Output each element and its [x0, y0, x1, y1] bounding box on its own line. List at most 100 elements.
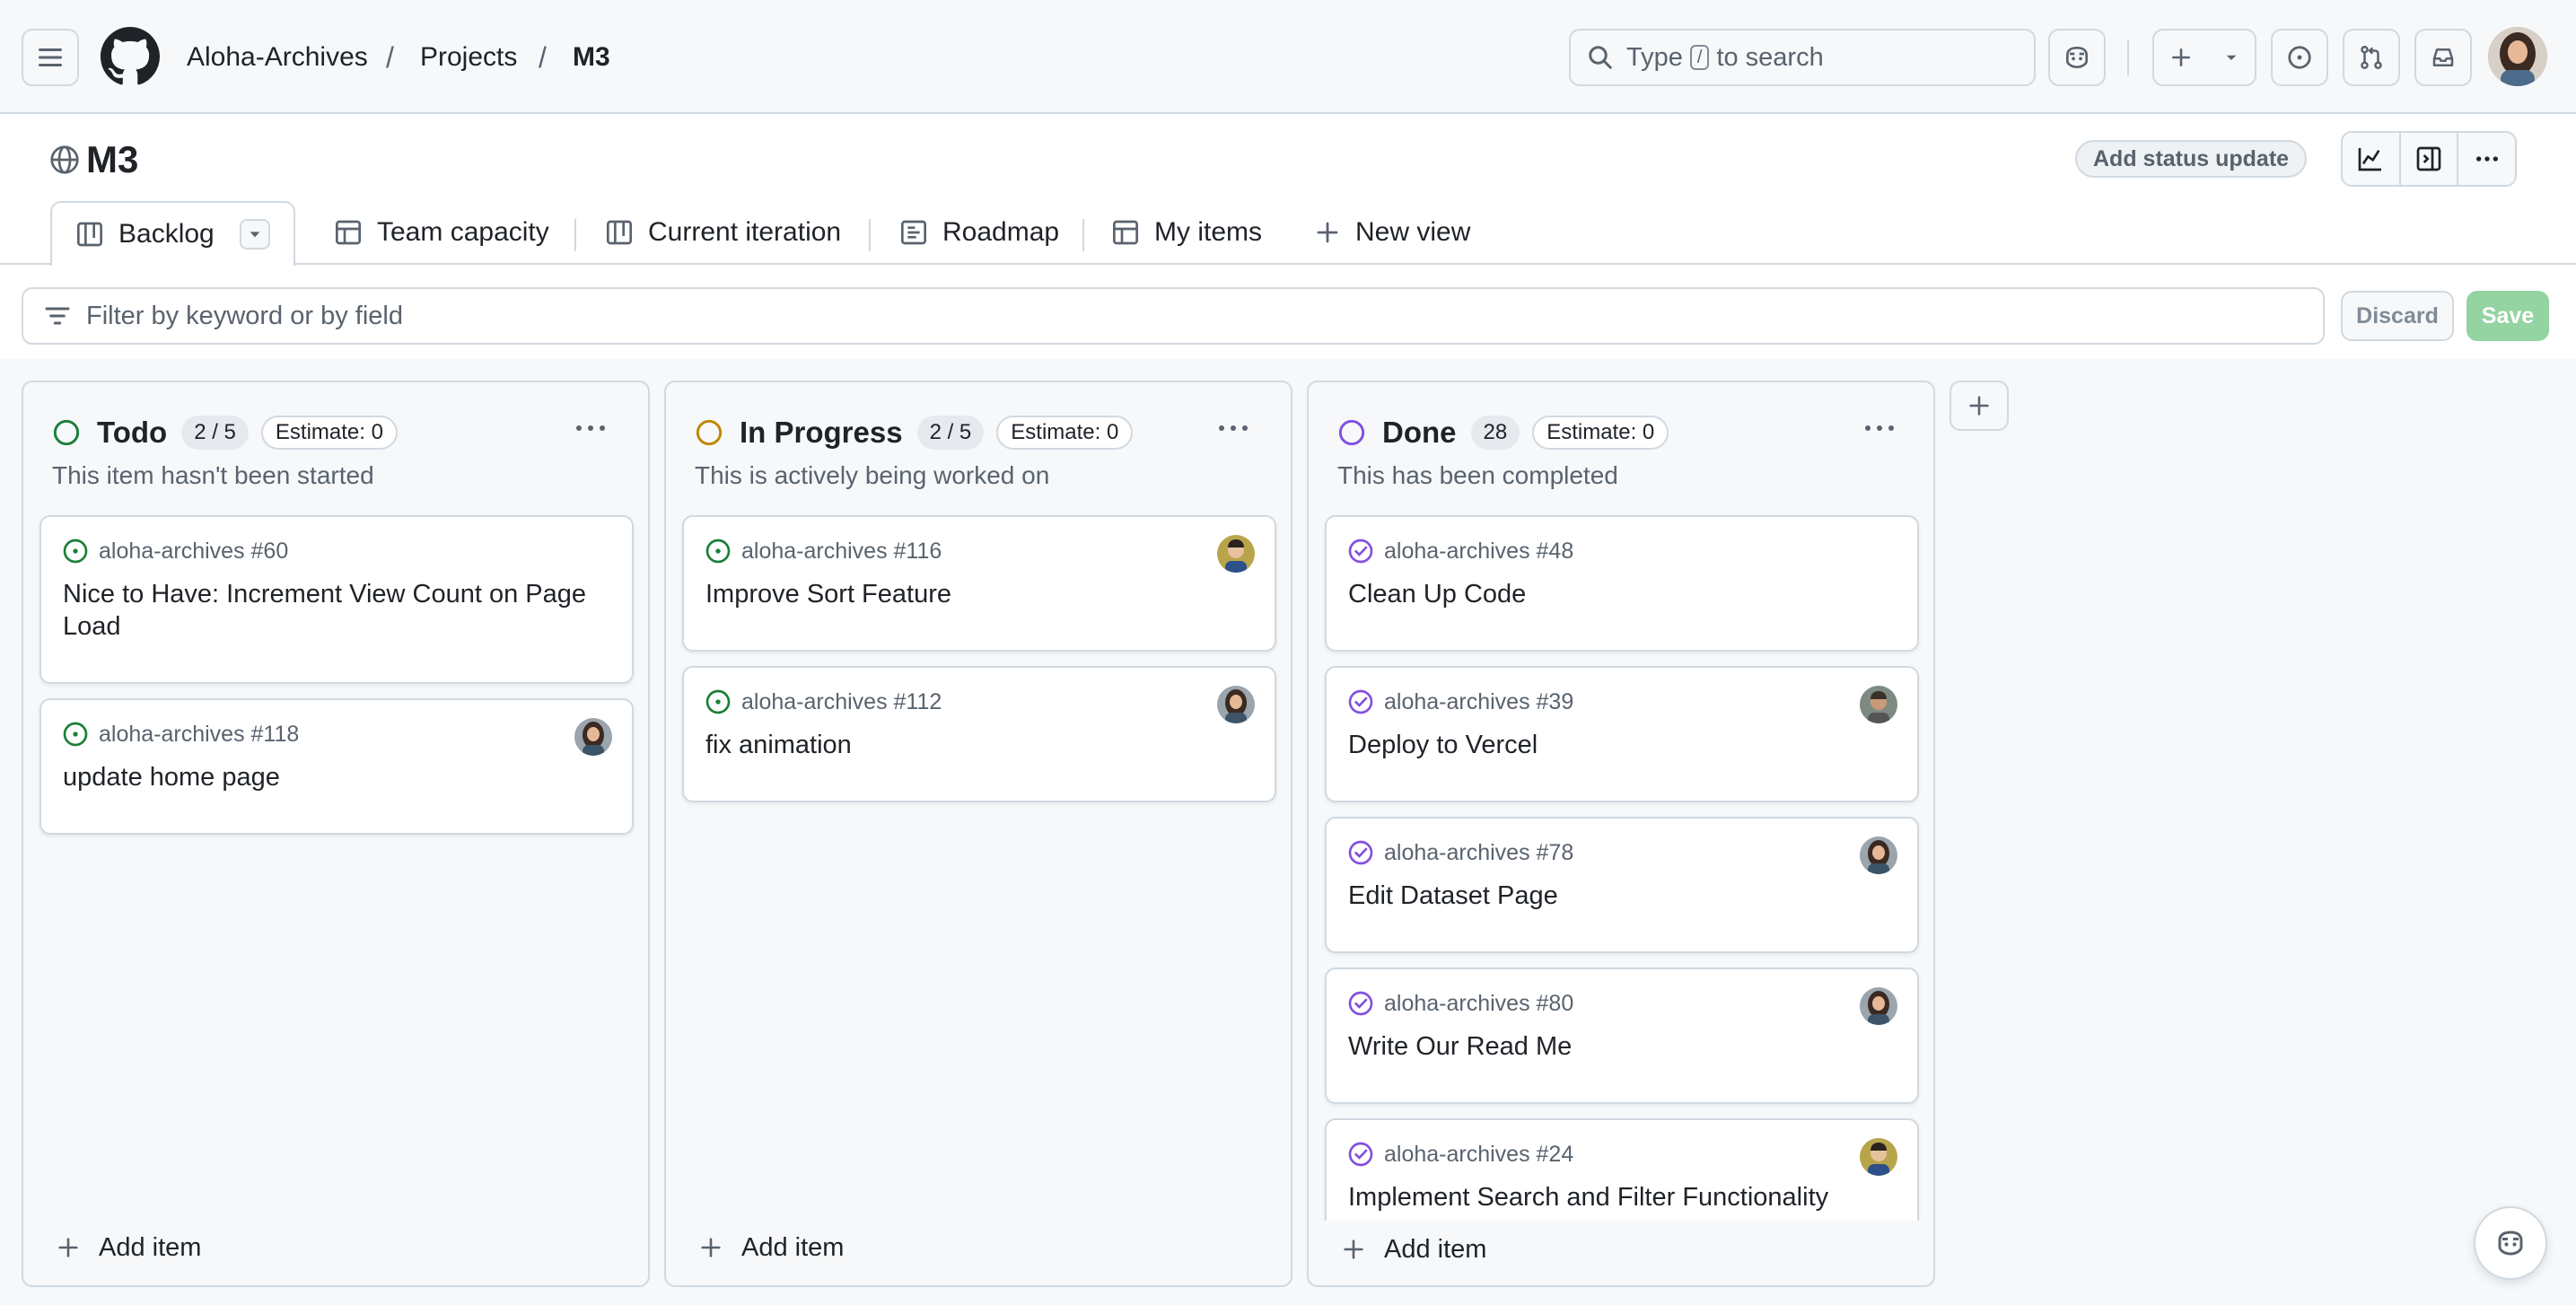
- add-item-label: Add item: [1384, 1234, 1487, 1264]
- breadcrumb-current[interactable]: M3: [573, 38, 610, 77]
- add-status-update-button[interactable]: Add status update: [2075, 140, 2308, 178]
- column-options-button[interactable]: [1863, 422, 1896, 434]
- column-estimate-badge: Estimate: 0: [260, 416, 398, 450]
- board-card[interactable]: aloha-archives #80 Write Our Read Me: [1325, 968, 1919, 1104]
- inbox-button[interactable]: [2414, 29, 2472, 86]
- assignee-avatar[interactable]: [574, 718, 612, 756]
- kebab-horizontal-icon: [2475, 156, 2498, 162]
- tab-my-items[interactable]: My items: [1111, 201, 1262, 264]
- add-item-button[interactable]: Add item: [56, 1228, 201, 1267]
- status-circle-icon: [1338, 419, 1365, 446]
- add-item-button[interactable]: Add item: [1341, 1230, 1486, 1269]
- tab-backlog[interactable]: Backlog: [50, 201, 295, 266]
- board-card[interactable]: aloha-archives #39 Deploy to Vercel: [1325, 666, 1919, 802]
- more-options-button[interactable]: [2458, 133, 2515, 185]
- column-description: This is actively being worked on: [695, 461, 1050, 489]
- column-scroll-area[interactable]: Done 28 Estimate: 0 This has been comple…: [1309, 382, 1937, 1221]
- avatar-image-icon: [2488, 27, 2547, 86]
- side-panel-button[interactable]: [2401, 133, 2459, 185]
- github-logo-icon[interactable]: [101, 27, 160, 86]
- card-ref-text: aloha-archives #48: [1384, 538, 1574, 564]
- assignee-avatar[interactable]: [1860, 836, 1897, 874]
- plus-icon: [2172, 48, 2190, 66]
- column-options-button[interactable]: [1217, 422, 1249, 434]
- card-title[interactable]: Edit Dataset Page: [1348, 880, 1881, 912]
- add-item-button[interactable]: Add item: [698, 1228, 844, 1267]
- add-column-button[interactable]: [1950, 381, 2009, 431]
- board-card[interactable]: aloha-archives #118 update home page: [39, 698, 634, 835]
- table-icon: [336, 220, 361, 245]
- search-placeholder-suffix: to search: [1716, 42, 1824, 72]
- board-card[interactable]: aloha-archives #48 Clean Up Code: [1325, 515, 1919, 652]
- assignee-avatar[interactable]: [1860, 987, 1897, 1025]
- pull-request-icon: [2361, 45, 2382, 70]
- card-ref-text: aloha-archives #24: [1384, 1141, 1574, 1167]
- tab-team-capacity[interactable]: Team capacity: [334, 201, 549, 264]
- filter-input[interactable]: Filter by keyword or by field: [22, 287, 2325, 345]
- assignee-avatar[interactable]: [1860, 686, 1897, 723]
- issue-closed-icon: [1348, 991, 1373, 1016]
- copilot-chat-button[interactable]: [2474, 1206, 2547, 1280]
- user-avatar[interactable]: [2488, 27, 2547, 86]
- discard-button[interactable]: Discard: [2341, 291, 2454, 341]
- column-title: In Progress: [740, 416, 903, 449]
- card-title[interactable]: Nice to Have: Increment View Count on Pa…: [63, 578, 596, 643]
- breadcrumb-separator: /: [386, 41, 394, 74]
- card-title[interactable]: Implement Search and Filter Functionalit…: [1348, 1181, 1881, 1213]
- tab-label: Team capacity: [377, 217, 549, 247]
- board-column-done: Done 28 Estimate: 0 This has been comple…: [1307, 381, 1935, 1287]
- save-button[interactable]: Save: [2466, 291, 2549, 341]
- board-card[interactable]: aloha-archives #24 Implement Search and …: [1325, 1118, 1919, 1221]
- search-icon: [1589, 46, 1612, 69]
- menu-button[interactable]: [22, 29, 79, 86]
- assignee-avatar[interactable]: [1217, 686, 1255, 723]
- card-title[interactable]: update home page: [63, 761, 596, 793]
- card-title[interactable]: Improve Sort Feature: [705, 578, 1239, 610]
- filter-icon: [45, 307, 70, 325]
- tab-label: New view: [1355, 217, 1471, 247]
- card-title[interactable]: Write Our Read Me: [1348, 1030, 1881, 1063]
- avatar-image-icon: [1860, 836, 1897, 874]
- column-description: This has been completed: [1337, 461, 1618, 489]
- global-header: Aloha-Archives / Projects / M3 Type / to…: [0, 0, 2576, 114]
- card-reference: aloha-archives #39: [1346, 688, 1573, 716]
- issues-button[interactable]: [2271, 29, 2328, 86]
- breadcrumb-org[interactable]: Aloha-Archives: [187, 38, 368, 77]
- breadcrumb-projects[interactable]: Projects: [420, 38, 517, 77]
- board-icon: [607, 220, 632, 245]
- card-reference: aloha-archives #116: [704, 537, 942, 565]
- board-column-in-progress: In Progress 2 / 5 Estimate: 0 This is ac…: [664, 381, 1292, 1287]
- card-reference: aloha-archives #78: [1346, 838, 1573, 867]
- search-placeholder-prefix: Type: [1626, 42, 1683, 72]
- tab-label: My items: [1154, 217, 1262, 247]
- board-card[interactable]: aloha-archives #112 fix animation: [682, 666, 1276, 802]
- assignee-avatar[interactable]: [1217, 535, 1255, 573]
- column-header: In Progress 2 / 5 Estimate: 0: [695, 409, 1145, 456]
- board-icon: [77, 222, 102, 247]
- insights-button[interactable]: [2343, 133, 2401, 185]
- copilot-button[interactable]: [2048, 29, 2106, 86]
- tab-new-view[interactable]: New view: [1314, 201, 1470, 264]
- pull-requests-button[interactable]: [2343, 29, 2400, 86]
- status-circle-icon: [696, 419, 723, 446]
- board-card[interactable]: aloha-archives #116 Improve Sort Feature: [682, 515, 1276, 652]
- board-card[interactable]: aloha-archives #60 Nice to Have: Increme…: [39, 515, 634, 684]
- card-title[interactable]: fix animation: [705, 729, 1239, 761]
- project-actions: [2341, 131, 2517, 187]
- card-ref-text: aloha-archives #118: [99, 721, 300, 747]
- tab-current-iteration[interactable]: Current iteration: [605, 201, 841, 264]
- table-icon: [1113, 220, 1138, 245]
- column-options-button[interactable]: [574, 422, 607, 434]
- assignee-avatar[interactable]: [1860, 1138, 1897, 1176]
- tab-roadmap[interactable]: Roadmap: [899, 201, 1059, 264]
- card-title[interactable]: Clean Up Code: [1348, 578, 1881, 610]
- search-input[interactable]: Type / to search: [1569, 29, 2036, 86]
- avatar-image-icon: [574, 718, 612, 756]
- card-reference: aloha-archives #118: [61, 720, 299, 749]
- card-title[interactable]: Deploy to Vercel: [1348, 729, 1881, 761]
- issue-closed-icon: [1348, 539, 1373, 564]
- board-card[interactable]: aloha-archives #78 Edit Dataset Page: [1325, 817, 1919, 953]
- view-options-dropdown[interactable]: [239, 219, 270, 250]
- create-new-button[interactable]: [2152, 29, 2256, 86]
- issue-closed-icon: [1348, 689, 1373, 714]
